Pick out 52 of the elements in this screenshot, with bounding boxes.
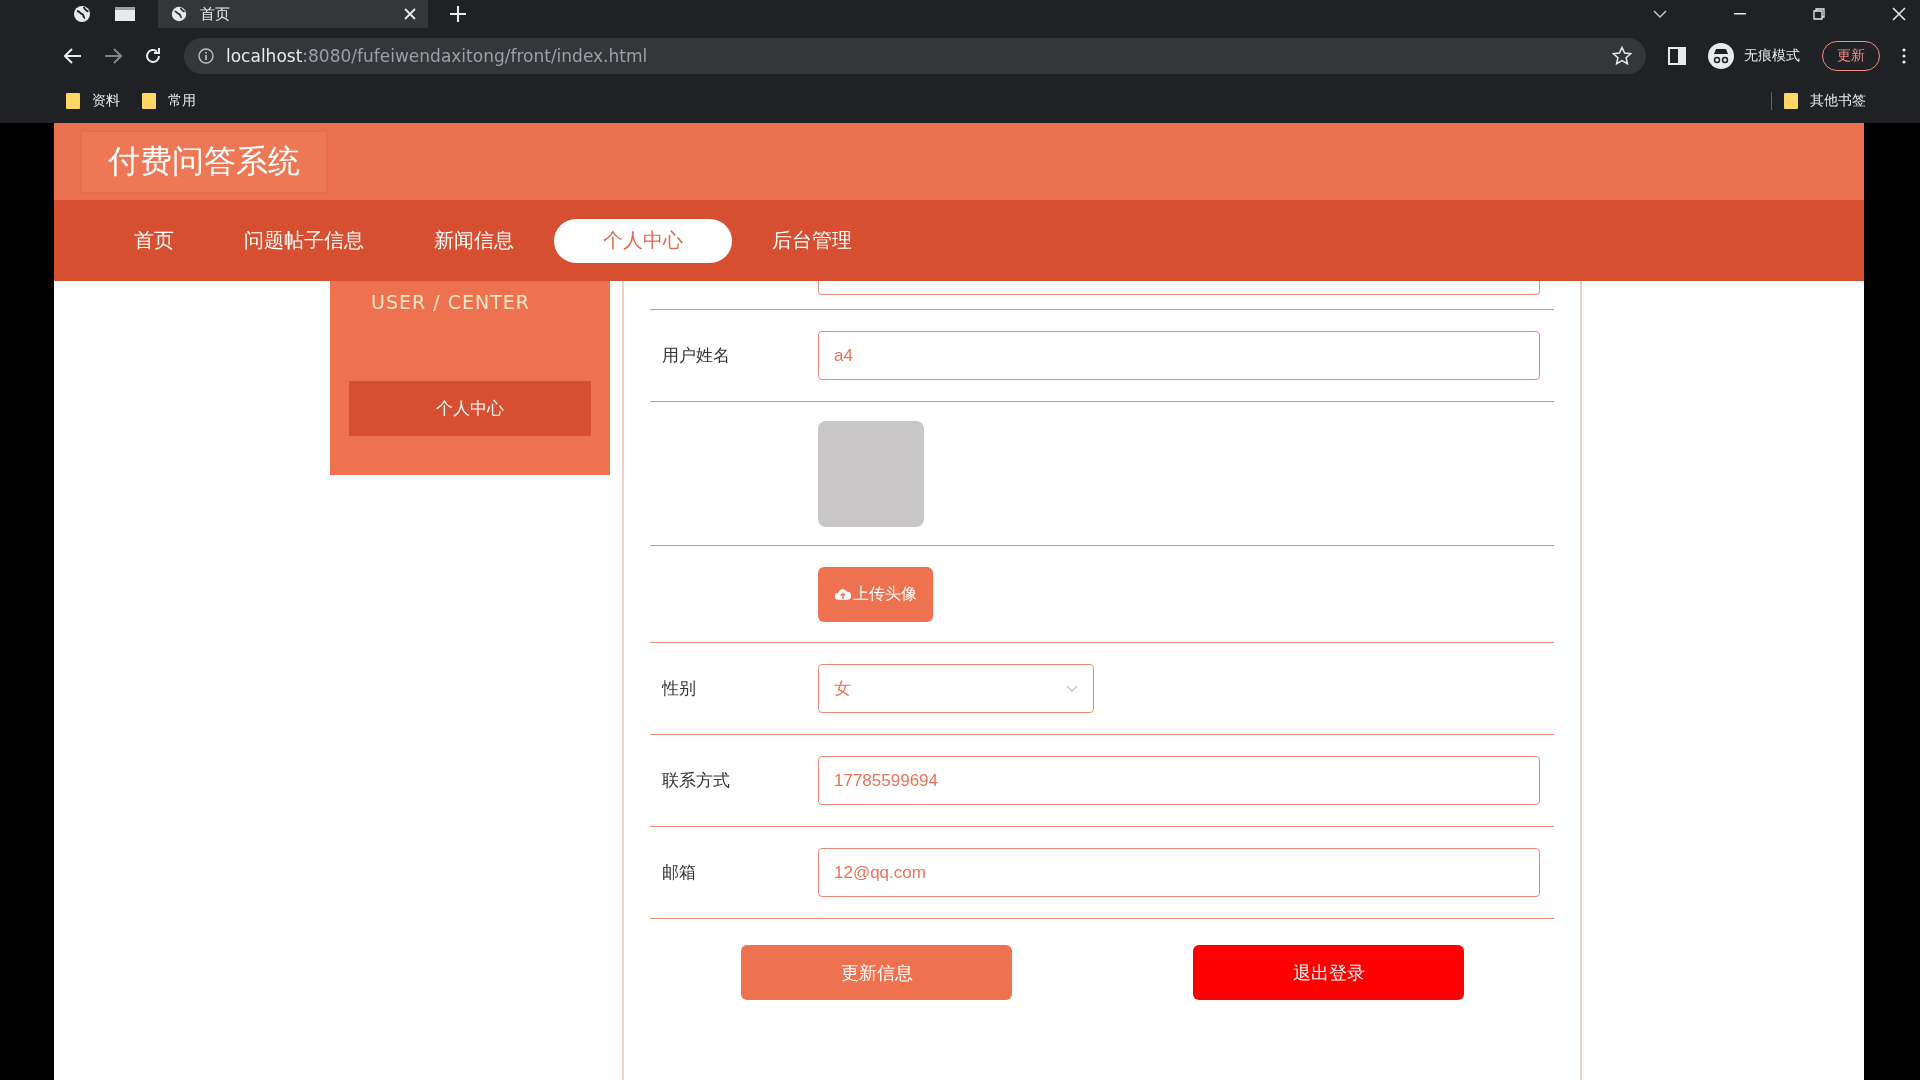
logout-button[interactable]: 退出登录 bbox=[1193, 945, 1464, 1000]
bookmark-folder[interactable]: 其他书签 bbox=[1771, 92, 1866, 110]
restore-icon[interactable] bbox=[1813, 8, 1825, 20]
globe-icon[interactable] bbox=[72, 4, 92, 24]
bookmark-label: 资料 bbox=[92, 92, 120, 110]
incognito-label: 无痕模式 bbox=[1744, 47, 1800, 65]
close-icon[interactable] bbox=[1892, 7, 1906, 21]
folder-icon bbox=[142, 93, 156, 109]
input-field[interactable]: 12@qq.com bbox=[818, 848, 1540, 897]
url-text: localhost:8080/fufeiwendaxitong/front/index.html bbox=[226, 46, 648, 66]
globe-icon bbox=[170, 5, 188, 23]
field-label: 联系方式 bbox=[662, 770, 730, 790]
sidebar-icon[interactable] bbox=[1668, 47, 1686, 65]
nav-tab[interactable]: 问题帖子信息 bbox=[214, 218, 394, 263]
tab-title: 首页 bbox=[200, 4, 231, 24]
nav-tab[interactable]: 首页 bbox=[104, 218, 204, 263]
window-icon[interactable] bbox=[114, 5, 136, 23]
nav-tab[interactable]: 个人中心 bbox=[554, 218, 732, 263]
reload-icon[interactable] bbox=[144, 47, 162, 65]
folder-icon bbox=[66, 93, 80, 109]
info-icon[interactable] bbox=[198, 48, 214, 64]
plus-icon[interactable] bbox=[450, 6, 466, 22]
sidebar-heading: USER / CENTER bbox=[370, 291, 531, 315]
caret-icon[interactable] bbox=[1653, 10, 1667, 18]
input-field[interactable]: 17785599694 bbox=[818, 756, 1540, 805]
update-info-button[interactable]: 更新信息 bbox=[741, 945, 1012, 1000]
bookmark-label: 其他书签 bbox=[1810, 92, 1866, 110]
minimize-icon[interactable] bbox=[1734, 13, 1746, 15]
cloud-upload-icon bbox=[834, 587, 851, 601]
field-label: 邮箱 bbox=[662, 862, 696, 882]
upload-button[interactable]: 上传头像 bbox=[818, 566, 933, 622]
address-bar[interactable]: localhost:8080/fufeiwendaxitong/front/index.html bbox=[184, 38, 1646, 74]
star-icon[interactable] bbox=[1612, 46, 1632, 66]
forward-icon[interactable] bbox=[104, 48, 122, 64]
nav-tab[interactable]: 新闻信息 bbox=[404, 218, 544, 263]
field-label: 用户姓名 bbox=[662, 345, 730, 365]
input-field[interactable]: a4 bbox=[818, 331, 1540, 380]
menu-icon[interactable] bbox=[1902, 48, 1906, 64]
incognito-icon[interactable] bbox=[1708, 43, 1734, 69]
bookmark-folder[interactable]: 常用 bbox=[142, 92, 196, 110]
sidebar-item[interactable]: 个人中心 bbox=[349, 381, 591, 436]
folder-icon bbox=[1784, 93, 1798, 109]
browser-tab[interactable]: 首页 bbox=[158, 0, 428, 28]
chevron-down-icon bbox=[1066, 685, 1078, 692]
site-title: 付费问答系统 bbox=[82, 131, 326, 192]
gender-select[interactable]: 女 bbox=[818, 664, 1094, 713]
back-icon[interactable] bbox=[64, 48, 82, 64]
nav-tab[interactable]: 后台管理 bbox=[742, 218, 882, 263]
bookmark-label: 常用 bbox=[168, 92, 196, 110]
bookmark-folder[interactable]: 资料 bbox=[66, 92, 120, 110]
field-label: 性别 bbox=[662, 678, 696, 698]
close-icon[interactable] bbox=[404, 8, 416, 20]
